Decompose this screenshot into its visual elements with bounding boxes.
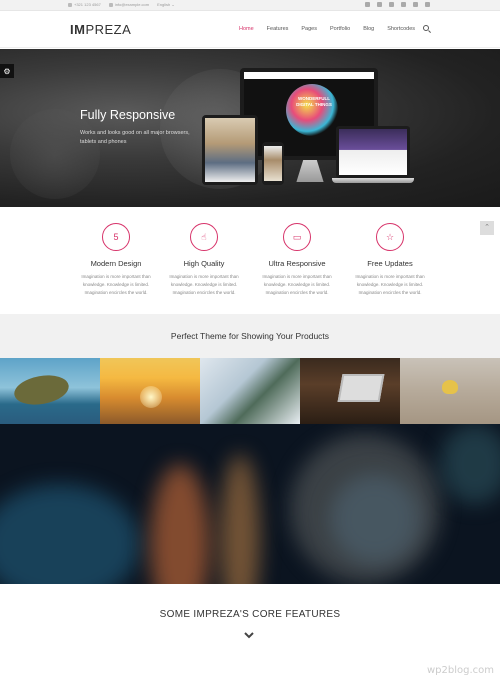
tablet-mockup — [202, 115, 258, 185]
nav-shortcodes[interactable]: Shortcodes — [387, 26, 415, 32]
nav-features[interactable]: Features — [267, 26, 289, 32]
linkedin-icon[interactable] — [401, 2, 406, 7]
gear-icon[interactable]: ⚙ — [0, 64, 14, 78]
core-features-section: SOME IMPREZA'S CORE FEATURES — [0, 584, 500, 680]
contact-info: +321 123 4567 info@example.com English ⌄ — [68, 2, 175, 7]
products-title: Perfect Theme for Showing Your Products — [170, 331, 330, 341]
laptop-base — [332, 178, 414, 183]
gallery-image-turtle[interactable] — [0, 358, 100, 424]
vine-icon[interactable] — [389, 2, 394, 7]
gallery-image-bird[interactable] — [400, 358, 500, 424]
laptop-mockup — [336, 126, 410, 178]
gallery-image-laptop[interactable] — [300, 358, 400, 424]
gallery-image-branch[interactable] — [200, 358, 300, 424]
facebook-icon[interactable] — [365, 2, 370, 7]
site-logo[interactable]: IMPREZA — [70, 22, 131, 37]
html5-icon: 5 — [102, 223, 130, 251]
site-header: IMPREZA Home Features Pages Portfolio Bl… — [0, 11, 500, 48]
phone-icon — [68, 2, 72, 7]
watermark: wp2blog.com — [426, 665, 494, 676]
top-bar: +321 123 4567 info@example.com English ⌄ — [0, 0, 500, 11]
feature-ultra-responsive: ▭ Ultra Responsive Imagination is more i… — [252, 223, 342, 297]
twitter-icon[interactable] — [377, 2, 382, 7]
nav-pages[interactable]: Pages — [301, 26, 317, 32]
feature-high-quality: ☝ High Quality Imagination is more impor… — [159, 223, 249, 297]
image-gallery — [0, 358, 500, 424]
chevron-down-icon[interactable] — [244, 630, 254, 640]
star-icon: ☆ — [376, 223, 404, 251]
main-nav: Home Features Pages Portfolio Blog Short… — [239, 25, 429, 32]
email-link[interactable]: info@example.com — [108, 2, 149, 7]
bokeh-background — [0, 424, 500, 584]
feature-modern-design: 5 Modern Design Imagination is more impo… — [71, 223, 161, 297]
hero-subtitle: Works and looks good on all major browse… — [80, 130, 190, 145]
colorful-splash-image — [286, 84, 338, 136]
phone-mockup — [262, 142, 284, 185]
instagram-icon[interactable] — [425, 2, 430, 7]
thumbs-up-icon: ☝ — [190, 223, 218, 251]
features-section: 5 Modern Design Imagination is more impo… — [0, 207, 500, 314]
screen-headline: WONDERFULL DIGITAL THINGS — [296, 96, 332, 107]
gallery-image-sunset[interactable] — [100, 358, 200, 424]
core-features-title: SOME IMPREZA'S CORE FEATURES — [159, 609, 341, 620]
hero-title: Fully Responsive — [80, 108, 176, 122]
search-icon[interactable] — [423, 25, 429, 31]
tablet-icon: ▭ — [283, 223, 311, 251]
scroll-to-top-button[interactable]: ⌃ — [480, 221, 494, 235]
mail-icon — [108, 2, 113, 7]
feature-free-updates: ☆ Free Updates Imagination is more impor… — [345, 223, 435, 297]
nav-portfolio[interactable]: Portfolio — [330, 26, 350, 32]
youtube-icon[interactable] — [413, 2, 418, 7]
language-selector[interactable]: English ⌄ — [157, 2, 175, 7]
phone-info: +321 123 4567 — [68, 2, 101, 7]
nav-home[interactable]: Home — [239, 26, 254, 32]
social-links — [365, 2, 430, 7]
products-band: Perfect Theme for Showing Your Products — [0, 314, 500, 358]
nav-blog[interactable]: Blog — [363, 26, 374, 32]
